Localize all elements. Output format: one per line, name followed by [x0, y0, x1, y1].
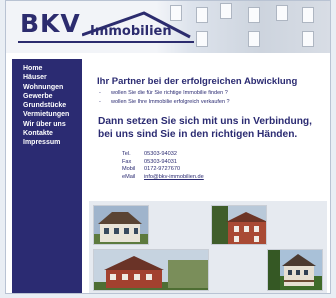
window-shape [196, 7, 208, 23]
nav-item-wir-ueber-uns[interactable]: Wir über uns [23, 120, 69, 129]
nav-item-gewerbe[interactable]: Gewerbe [23, 92, 69, 101]
contact-block: Tel. 05303-94032 Fax 05303-94031 Mobil 0172… [122, 151, 204, 182]
nav-item-kontakte[interactable]: Kontakte [23, 129, 69, 138]
main-nav: Home Häuser Wohnungen Gewerbe Grundstück… [23, 64, 69, 148]
property-photo [93, 205, 149, 245]
window-shape [248, 31, 260, 47]
footer-bar [6, 293, 330, 294]
list-item: - wollen Sie Ihre Immobilie erfolgreich v… [99, 98, 230, 105]
bullet-marker: - [99, 90, 101, 96]
tagline: Dann setzen Sie sich mit uns in Verbindu… [98, 116, 312, 140]
logo-name: BKV [20, 9, 81, 38]
nav-item-impressum[interactable]: Impressum [23, 138, 69, 147]
contact-row-mobil: Mobil 0172-9727670 [122, 166, 181, 173]
nav-item-grundstuecke[interactable]: Grundstücke [23, 101, 69, 110]
nav-item-vermietungen[interactable]: Vermietungen [23, 110, 69, 119]
window-shape [220, 3, 232, 19]
page-frame: BKV Immobilien Home Häuser Wohnungen Gew… [5, 0, 331, 294]
header: BKV Immobilien [6, 1, 330, 53]
main-content: Ihr Partner bei der erfolgreichen Abwick… [89, 59, 327, 199]
window-shape [196, 31, 208, 47]
contact-row-tel: Tel. 05303-94032 [122, 151, 177, 157]
contact-row-fax: Fax 05303-94031 [122, 158, 177, 165]
nav-item-haeuser[interactable]: Häuser [23, 73, 69, 82]
logo-subtitle: Immobilien [90, 24, 172, 39]
property-photo [211, 205, 267, 245]
window-shape [302, 31, 314, 47]
question-list: - wollen Sie die für Sie richtige Immobil… [99, 89, 230, 106]
property-photo [93, 249, 209, 291]
contact-row-email: eMail info@bkv-immobilien.de [122, 174, 204, 182]
nav-item-home[interactable]: Home [23, 64, 69, 73]
window-shape [276, 5, 288, 21]
window-shape [302, 7, 314, 23]
list-item: - wollen Sie die für Sie richtige Immobil… [99, 90, 228, 96]
bullet-marker: - [99, 98, 101, 105]
window-shape [248, 7, 260, 23]
logo-underline [18, 41, 194, 43]
property-photo [267, 249, 323, 291]
photo-gallery [89, 201, 327, 293]
nav-item-wohnungen[interactable]: Wohnungen [23, 83, 69, 92]
email-link[interactable]: info@bkv-immobilien.de [144, 174, 204, 182]
page-headline: Ihr Partner bei der erfolgreichen Abwick… [97, 76, 298, 87]
sidebar: Home Häuser Wohnungen Gewerbe Grundstück… [12, 59, 82, 293]
